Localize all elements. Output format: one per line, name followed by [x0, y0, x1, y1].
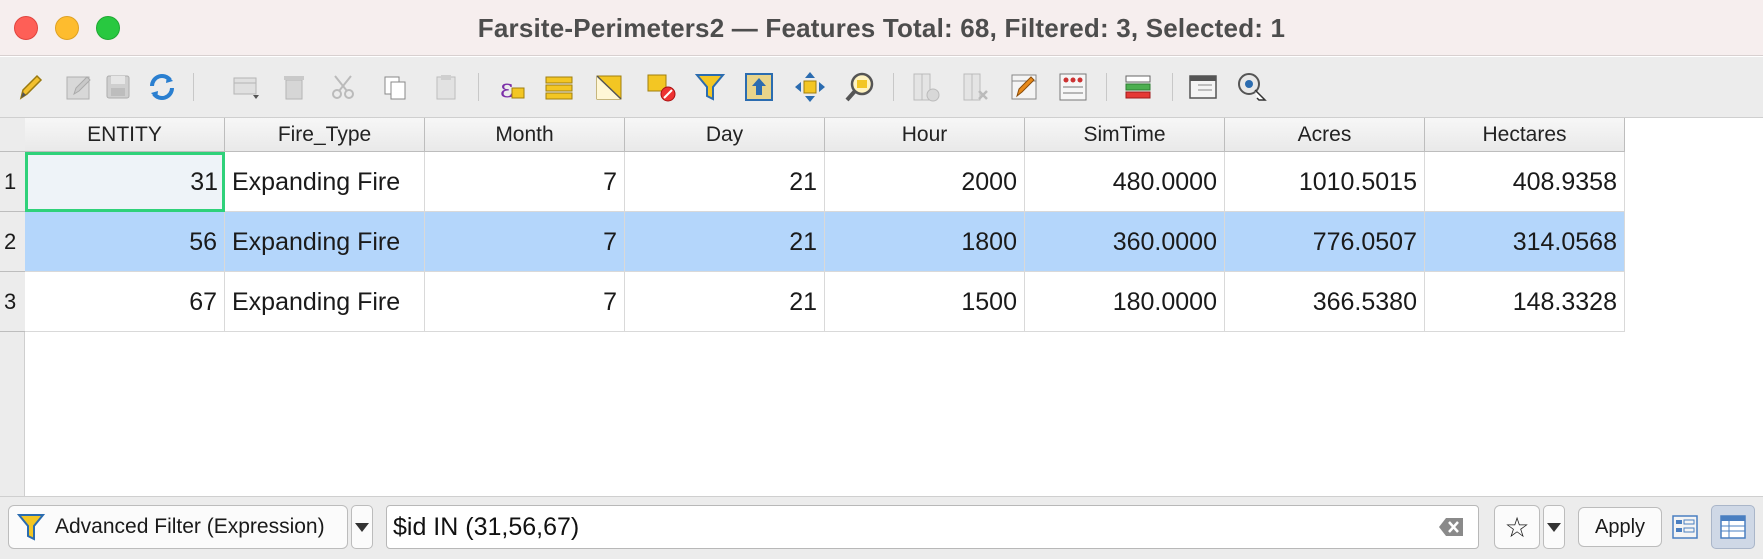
table-cell[interactable]: 408.9358 — [1425, 152, 1625, 212]
select-all-icon[interactable] — [541, 69, 577, 105]
table-cell[interactable]: 1010.5015 — [1225, 152, 1425, 212]
table-cell[interactable]: 21 — [625, 152, 825, 212]
cut-icon[interactable] — [326, 69, 362, 105]
add-feature-icon[interactable] — [228, 69, 264, 105]
column-header-entity[interactable]: ENTITY — [25, 118, 225, 152]
filter-mode-button[interactable]: Advanced Filter (Expression) — [8, 505, 348, 549]
multi-edit-icon[interactable] — [61, 69, 97, 105]
table-cell[interactable]: 31 — [25, 152, 225, 212]
table-cell[interactable]: Expanding Fire — [225, 152, 425, 212]
svg-text:ε: ε — [500, 74, 513, 104]
column-header-hour[interactable]: Hour — [825, 118, 1025, 152]
table-cell[interactable]: 314.0568 — [1425, 212, 1625, 272]
star-icon: ☆ — [1504, 511, 1530, 543]
table-cell[interactable]: 7 — [425, 212, 625, 272]
table-cell[interactable]: 7 — [425, 152, 625, 212]
save-expression-button[interactable]: ☆ — [1494, 505, 1540, 549]
save-edits-icon[interactable] — [100, 69, 136, 105]
table-cell[interactable]: 21 — [625, 272, 825, 332]
toolbar-separator — [193, 73, 194, 101]
window-title: Farsite-Perimeters2 — Features Total: 68… — [477, 13, 1286, 43]
table-cell[interactable]: 67 — [25, 272, 225, 332]
column-header-fire-type[interactable]: Fire_Type — [225, 118, 425, 152]
delete-selected-icon[interactable] — [276, 69, 312, 105]
filter-bar: Advanced Filter (Expression) $id IN (31,… — [0, 496, 1763, 559]
title-bar: Farsite-Perimeters2 — Features Total: 68… — [0, 0, 1763, 56]
deselect-all-icon[interactable] — [643, 69, 679, 105]
attribute-table: 1 2 3 ENTITY Fire_Type Month Day Hour Si… — [0, 118, 1763, 496]
column-headers: ENTITY Fire_Type Month Day Hour SimTime … — [25, 118, 1625, 152]
table-cell[interactable]: 56 — [25, 212, 225, 272]
row-header[interactable]: 2 — [0, 212, 25, 272]
table-row[interactable]: 31 Expanding Fire 7 21 2000 480.0000 101… — [25, 152, 1625, 212]
toolbar-separator — [1106, 73, 1107, 101]
field-calculator-icon[interactable] — [1055, 69, 1091, 105]
table-cell[interactable]: 776.0507 — [1225, 212, 1425, 272]
saved-expressions-dropdown[interactable] — [1543, 505, 1565, 549]
delete-field-icon[interactable] — [957, 69, 993, 105]
table-cell[interactable]: 2000 — [825, 152, 1025, 212]
conditional-formatting-icon[interactable] — [1120, 69, 1156, 105]
table-cell[interactable]: 21 — [625, 212, 825, 272]
filter-select-icon[interactable] — [692, 69, 728, 105]
actions-icon[interactable] — [1234, 69, 1270, 105]
column-header-simtime[interactable]: SimTime — [1025, 118, 1225, 152]
table-row-selected[interactable]: 56 Expanding Fire 7 21 1800 360.0000 776… — [25, 212, 1625, 272]
table-cell[interactable]: 1800 — [825, 212, 1025, 272]
chevron-down-icon — [1547, 522, 1561, 532]
paste-icon[interactable] — [428, 69, 464, 105]
toolbar-separator — [478, 73, 479, 101]
filter-mode-dropdown[interactable] — [351, 505, 373, 549]
filter-expression-input[interactable]: $id IN (31,56,67) — [386, 505, 1479, 549]
filter-mode-label: Advanced Filter (Expression) — [55, 515, 325, 538]
table-view-button[interactable] — [1711, 505, 1755, 549]
filter-icon — [17, 514, 45, 541]
select-by-expression-icon[interactable]: ε — [493, 69, 529, 105]
organize-columns-icon[interactable] — [1006, 69, 1042, 105]
invert-selection-icon[interactable] — [591, 69, 627, 105]
form-view-button[interactable] — [1663, 505, 1707, 549]
new-field-icon[interactable] — [907, 69, 943, 105]
zoom-to-selected-icon[interactable] — [842, 69, 878, 105]
table-body: 31 Expanding Fire 7 21 2000 480.0000 101… — [25, 152, 1625, 332]
toolbar-separator — [1172, 73, 1173, 101]
toggle-editing-icon[interactable] — [12, 69, 48, 105]
table-cell[interactable]: 180.0000 — [1025, 272, 1225, 332]
table-cell[interactable]: 1500 — [825, 272, 1025, 332]
table-cell[interactable]: Expanding Fire — [225, 212, 425, 272]
pan-to-selected-icon[interactable] — [792, 69, 828, 105]
table-cell[interactable]: 148.3328 — [1425, 272, 1625, 332]
apply-button[interactable]: Apply — [1578, 507, 1662, 547]
chevron-down-icon — [355, 522, 369, 532]
reload-icon[interactable] — [144, 69, 180, 105]
column-header-hectares[interactable]: Hectares — [1425, 118, 1625, 152]
column-header-day[interactable]: Day — [625, 118, 825, 152]
table-row[interactable]: 67 Expanding Fire 7 21 1500 180.0000 366… — [25, 272, 1625, 332]
table-view-icon — [1720, 515, 1746, 539]
attribute-table-toolbar: ε — [0, 57, 1763, 118]
clear-input-icon[interactable] — [1438, 517, 1464, 537]
table-cell[interactable]: 7 — [425, 272, 625, 332]
table-cell[interactable]: Expanding Fire — [225, 272, 425, 332]
table-corner[interactable] — [0, 118, 25, 152]
row-header[interactable]: 1 — [0, 152, 25, 212]
dock-attribute-table-icon[interactable] — [1185, 69, 1221, 105]
table-cell[interactable]: 360.0000 — [1025, 212, 1225, 272]
column-header-acres[interactable]: Acres — [1225, 118, 1425, 152]
toolbar-separator — [893, 73, 894, 101]
row-header[interactable]: 3 — [0, 272, 25, 332]
copy-icon[interactable] — [377, 69, 413, 105]
form-view-icon — [1672, 515, 1698, 539]
table-cell[interactable]: 480.0000 — [1025, 152, 1225, 212]
table-cell[interactable]: 366.5380 — [1225, 272, 1425, 332]
move-selection-to-top-icon[interactable] — [741, 69, 777, 105]
column-header-month[interactable]: Month — [425, 118, 625, 152]
